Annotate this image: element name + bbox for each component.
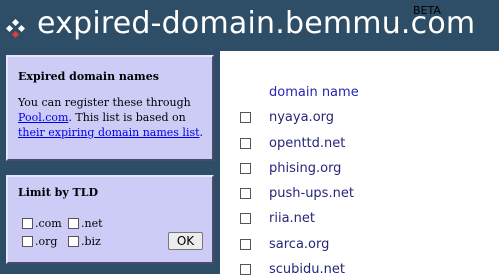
domain-row: phising.org [240,159,341,177]
tld-option-biz[interactable]: .biz [68,235,101,248]
diamond-dots-icon [5,19,25,39]
expiring-list-link[interactable]: their expiring domain names list [18,126,200,139]
tld-checkbox-com[interactable] [22,218,33,229]
domain-name: riia.net [269,210,316,226]
info-box-title: Expired domain names [18,70,159,83]
domain-row: scubidu.net [240,260,345,278]
ok-button[interactable]: OK [168,232,203,250]
tld-option-org[interactable]: .org [22,235,57,248]
domain-checkbox[interactable] [240,263,251,275]
tld-checkbox-org[interactable] [22,236,33,247]
tld-label-biz: .biz [81,235,101,248]
domain-name: openttd.net [269,135,346,151]
domain-name: scubidu.net [269,261,345,277]
tld-filter-title: Limit by TLD [18,186,99,199]
domain-name: sarca.org [269,236,330,252]
info-text-middle: . This list is based on [68,111,186,124]
domain-name: push-ups.net [269,185,354,201]
info-text-before: You can register these through [18,96,191,109]
domain-column-header: domain name [269,85,359,100]
domain-list: domain name nyaya.org openttd.net phisin… [220,51,499,277]
tld-label-com: .com [35,217,62,230]
tld-option-com[interactable]: .com [22,217,62,230]
domain-checkbox[interactable] [240,137,251,149]
domain-row: riia.net [240,209,315,227]
tld-option-net[interactable]: .net [68,217,103,230]
tld-checkbox-net[interactable] [68,218,79,229]
domain-row: sarca.org [240,235,329,253]
site-header: expired-domain.bemmu.com BETA [0,0,499,51]
tld-filter-box: Limit by TLD .com .net .org .biz OK [6,175,214,264]
domain-row: nyaya.org [240,108,334,126]
domain-checkbox[interactable] [240,212,251,224]
tld-checkbox-biz[interactable] [68,236,79,247]
tld-label-net: .net [81,217,103,230]
domain-name: phising.org [269,160,342,176]
domain-row: push-ups.net [240,184,354,202]
pool-link[interactable]: Pool.com [18,111,68,124]
info-box-text: You can register these through Pool.com.… [18,95,208,140]
domain-checkbox[interactable] [240,187,251,199]
domain-row: openttd.net [240,134,345,152]
domain-checkbox[interactable] [240,111,251,123]
domain-checkbox[interactable] [240,162,251,174]
info-box: Expired domain names You can register th… [6,55,214,161]
domain-name: nyaya.org [269,109,335,125]
beta-badge: BETA [413,4,441,17]
domain-checkbox[interactable] [240,238,251,250]
info-text-after: . [199,126,204,139]
tld-label-org: .org [35,235,58,248]
site-title[interactable]: expired-domain.bemmu.com [37,5,475,43]
